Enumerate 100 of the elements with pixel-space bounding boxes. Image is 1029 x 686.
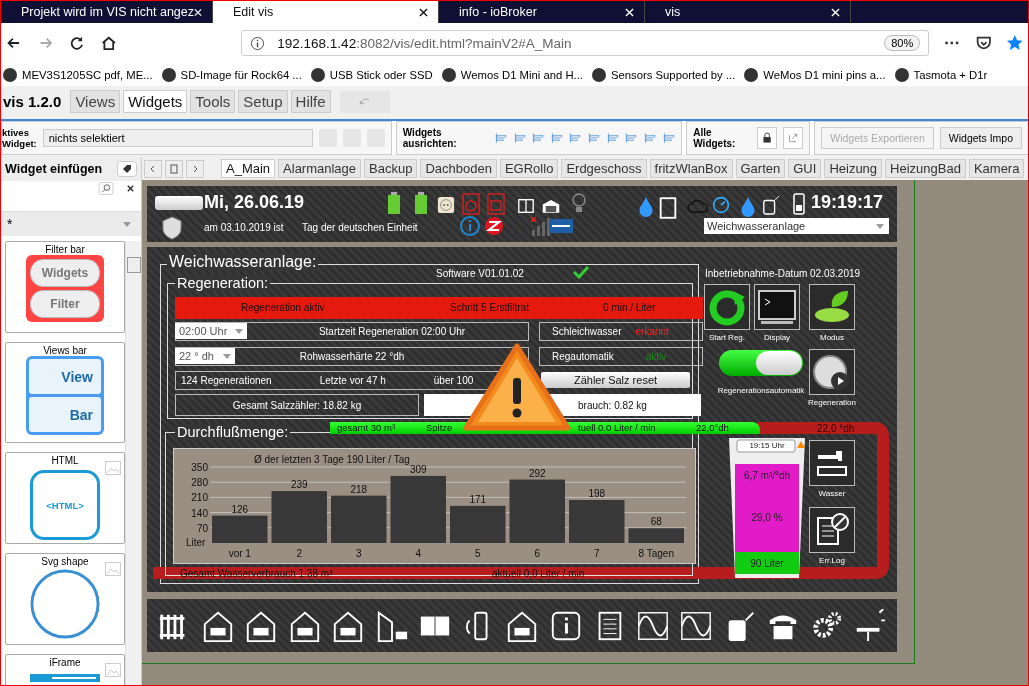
widgets-button[interactable]: Widgets Impo bbox=[939, 127, 1022, 149]
zigbee-icon[interactable] bbox=[484, 216, 504, 236]
chart-title: Ø der letzten 3 Tage 190 Liter / Tag bbox=[254, 454, 410, 465]
remote-icon[interactable] bbox=[790, 193, 808, 215]
x-tick-label: 7 bbox=[593, 548, 600, 559]
view-tab[interactable]: Heizung bbox=[824, 159, 883, 178]
control-button[interactable] bbox=[809, 284, 855, 330]
bar bbox=[271, 491, 327, 543]
data-label: 126 bbox=[231, 503, 249, 515]
control-label: Err.Log bbox=[819, 556, 845, 565]
view-tab[interactable]: Backup bbox=[364, 159, 418, 178]
browser-tab[interactable]: vis bbox=[645, 1, 851, 23]
data-label: 171 bbox=[469, 493, 487, 505]
widget-select[interactable]: nichts selektiert bbox=[42, 129, 313, 147]
bulb-icon[interactable] bbox=[570, 193, 588, 215]
html-preview: <HTML> bbox=[30, 470, 100, 540]
preview-button: Bar bbox=[29, 397, 101, 432]
time-select[interactable]: 02:00 Uhr bbox=[175, 323, 247, 339]
socket-icon[interactable] bbox=[437, 194, 455, 216]
bookmark-item[interactable]: WeMos D1 mini pins a... bbox=[744, 67, 886, 82]
browser-tab[interactable]: info - ioBroker bbox=[439, 1, 645, 23]
reset-button[interactable]: Zähler Salz reset bbox=[541, 372, 690, 388]
fridge-icon[interactable] bbox=[659, 197, 677, 219]
bar bbox=[390, 475, 446, 543]
close-icon[interactable] bbox=[126, 183, 135, 193]
bookmark-item[interactable]: Wemos D1 Mini and H... bbox=[441, 67, 583, 82]
holiday-date-text: am 03.10.2019 ist bbox=[204, 222, 284, 233]
star-icon[interactable] bbox=[1006, 33, 1024, 53]
control-button[interactable] bbox=[809, 349, 855, 395]
view-select[interactable]: Weichwasseranlage bbox=[704, 218, 889, 234]
pipe-text: 22,0 °dh bbox=[817, 423, 855, 434]
view-tab[interactable]: HeizungBad bbox=[885, 159, 966, 178]
bookmark-item[interactable]: Sensors Supported by ... bbox=[591, 67, 736, 82]
y-tick-label: 350 bbox=[191, 462, 208, 473]
filter-select[interactable]: * bbox=[1, 212, 141, 236]
data-label: 292 bbox=[528, 467, 546, 479]
bookmark-item[interactable]: USB Stick oder SSD bbox=[310, 67, 433, 82]
bar bbox=[509, 479, 565, 543]
widget-card[interactable]: Svg shape bbox=[5, 553, 125, 645]
view-tab[interactable]: Alarmanlage bbox=[278, 159, 362, 178]
salt-use-text: brauch: 0.82 kg bbox=[578, 399, 647, 411]
info-icon[interactable] bbox=[250, 35, 266, 51]
widget-card[interactable]: Views bar View Bar bbox=[5, 342, 125, 443]
view-tab[interactable]: Kamera bbox=[968, 159, 1025, 178]
close-icon[interactable] bbox=[419, 7, 428, 17]
data-label: 239 bbox=[290, 479, 308, 491]
widget-card[interactable]: iFrame bbox=[5, 654, 125, 685]
water-drop-icon[interactable] bbox=[739, 196, 757, 218]
x-tick-label: 8 Tagen bbox=[638, 548, 674, 559]
menu-tab[interactable]: Hilfe bbox=[290, 90, 331, 113]
toggle-switch[interactable] bbox=[719, 350, 803, 376]
water-drop-icon[interactable] bbox=[637, 196, 655, 218]
control-button[interactable] bbox=[754, 284, 800, 330]
shield-icon[interactable] bbox=[161, 216, 183, 240]
widget-card[interactable]: HTML <HTML> bbox=[5, 452, 125, 544]
tag-icon[interactable] bbox=[117, 161, 137, 177]
bookmark-item[interactable]: SD-Image für Rock64 ... bbox=[161, 67, 302, 82]
y-axis-label: Liter bbox=[186, 537, 206, 548]
battery-icon[interactable] bbox=[385, 192, 403, 214]
tank-salt-text: 29,0 % bbox=[750, 512, 784, 523]
menu-tab[interactable]: Widgets bbox=[123, 90, 188, 113]
battery-icon[interactable] bbox=[412, 192, 430, 214]
count-text: 124 Regenerationen bbox=[181, 375, 272, 386]
menu-tab[interactable]: Setup bbox=[238, 90, 288, 113]
widget-title: iFrame bbox=[49, 657, 81, 668]
menu-tab[interactable]: Tools bbox=[190, 90, 236, 113]
canister-icon[interactable] bbox=[762, 194, 780, 216]
control-button[interactable] bbox=[704, 284, 750, 330]
tank-capacity-text: 6,7 m³/°dh bbox=[742, 470, 792, 481]
view-tab[interactable]: fritzWlanBox bbox=[649, 159, 733, 178]
bookmark-item[interactable]: Tasmota + D1r bbox=[894, 67, 988, 82]
gauge-icon[interactable] bbox=[712, 194, 730, 216]
browser-tab[interactable]: Edit vis bbox=[213, 1, 439, 23]
widget-title: Views bar bbox=[43, 345, 87, 356]
view-tab[interactable]: GUI bbox=[788, 159, 822, 178]
widget-card[interactable]: Filter bar Widgets Filter bbox=[5, 241, 125, 333]
search-icon[interactable] bbox=[98, 181, 114, 195]
menu-tab[interactable]: Views bbox=[70, 90, 121, 113]
section-title: Durchflußmenge: bbox=[175, 424, 291, 440]
lock-icon[interactable] bbox=[756, 127, 778, 149]
bar bbox=[569, 500, 625, 543]
view-tab[interactable]: Garten bbox=[735, 159, 786, 178]
bookmark-item[interactable]: MEV3S1205SC pdf, ME... bbox=[3, 67, 153, 82]
control-button[interactable] bbox=[809, 440, 855, 486]
control-label: Modus bbox=[820, 333, 844, 342]
circle-preview bbox=[30, 569, 100, 639]
hardness-select[interactable]: 22 ° dh bbox=[175, 348, 235, 364]
address-bar[interactable]: 192.168.1.42:8082/vis/edit.html?mainV2#A_Main 80% bbox=[241, 30, 930, 56]
y-tick-label: 210 bbox=[191, 492, 208, 504]
scrollbar[interactable] bbox=[125, 241, 141, 685]
view-tab[interactable]: Erdgeschoss bbox=[561, 159, 647, 178]
view-tab[interactable]: EGRollo bbox=[499, 159, 559, 178]
zoom-badge[interactable]: 80% bbox=[884, 35, 921, 51]
data-label: 218 bbox=[350, 483, 368, 495]
sonoff-icon[interactable] bbox=[549, 219, 573, 233]
x-tick-label: 2 bbox=[296, 548, 303, 559]
view-tab[interactable]: A_Main bbox=[221, 159, 276, 178]
widget-title: Filter bar bbox=[45, 244, 85, 255]
control-button[interactable] bbox=[809, 507, 855, 553]
view-tab[interactable]: Dachboden bbox=[420, 159, 497, 178]
